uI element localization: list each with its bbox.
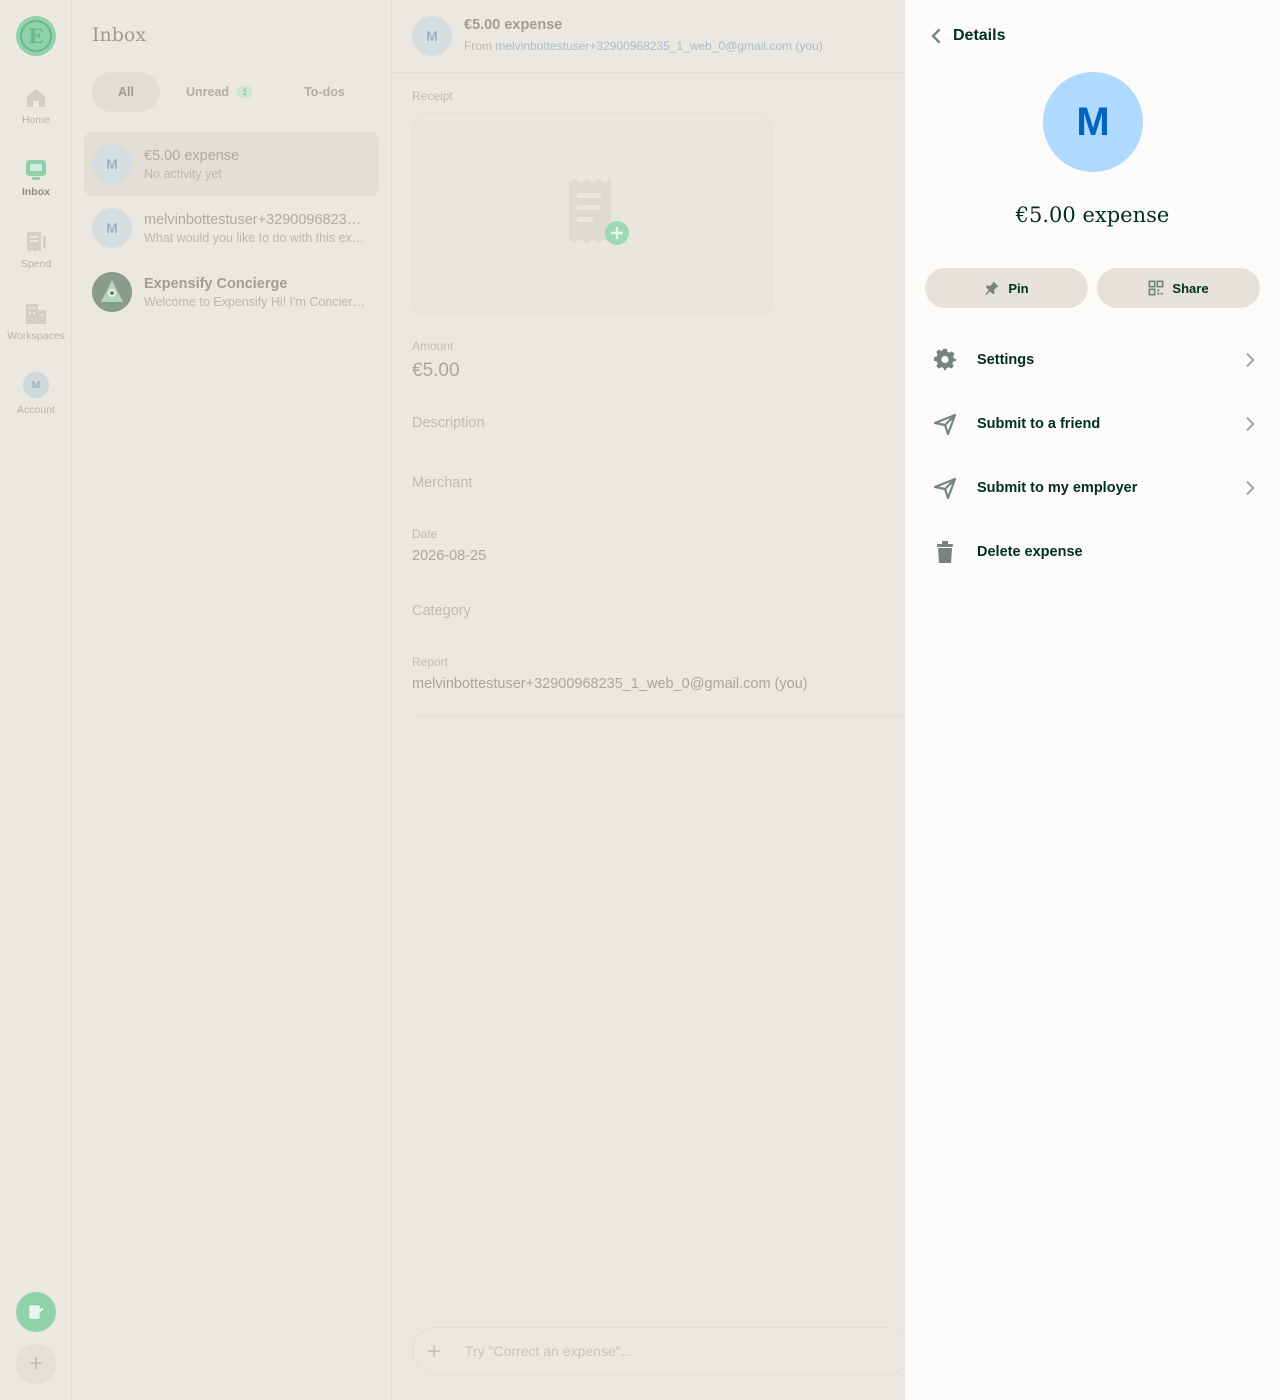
nav-item-inbox[interactable]: Inbox [0, 158, 72, 218]
report-from: From melvinbottestuser+32900968235_1_web… [464, 39, 823, 53]
chevron-right-icon [1246, 353, 1255, 367]
avatar: M [92, 208, 132, 248]
nav-label: Workspaces [7, 330, 65, 342]
inbox-icon [26, 160, 46, 180]
pin-label: Pin [1008, 280, 1029, 296]
tab-label: Unread [185, 85, 230, 99]
category-field[interactable]: Category [412, 603, 471, 619]
tab-unread[interactable]: Unread 1 [160, 72, 278, 112]
expense-name: €5.00 expense [1015, 203, 1170, 227]
inbox-tabs: All Unread 1 To-dos [92, 72, 371, 112]
share-button[interactable]: Share [1097, 268, 1260, 308]
qr-code-icon [1148, 280, 1164, 296]
receipt-label: Receipt [412, 89, 453, 103]
nav-item-spend[interactable]: Spend [0, 230, 72, 290]
from-prefix: From [464, 39, 492, 53]
share-label: Share [1172, 280, 1209, 296]
menu-item-submit-to-employer[interactable]: Submit to my employer [925, 456, 1260, 520]
tab-label: To-dos [304, 85, 345, 99]
chat-subtitle: No activity yet [144, 166, 222, 181]
report-title: €5.00 expense [464, 17, 563, 33]
tab-label: All [118, 85, 134, 99]
trash-icon [937, 541, 953, 563]
chat-list-item[interactable]: Expensify Concierge Welcome to Expensify… [84, 260, 379, 324]
from-suffix: (you) [795, 39, 823, 53]
chat-title: melvinbottestuser+32900968235_1_web_0@gm… [144, 211, 369, 228]
chat-title: €5.00 expense [144, 147, 240, 164]
chat-list-item[interactable]: M €5.00 expense No activity yet [84, 132, 379, 196]
description-field[interactable]: Description [412, 415, 485, 431]
menu-label: Settings [977, 352, 1035, 368]
nav-label: Account [17, 404, 55, 416]
date-label: Date [412, 527, 438, 541]
details-panel: Details M €5.00 expense Pin Share Settin… [905, 0, 1280, 1400]
nav-item-account[interactable]: M Account [0, 372, 72, 432]
expensify-logo[interactable]: E [16, 16, 56, 56]
receipt-icon [27, 232, 46, 252]
plus-button[interactable]: + [16, 1344, 56, 1384]
create-expense-button[interactable] [16, 1292, 56, 1332]
avatar: M [412, 16, 452, 56]
send-icon [933, 477, 957, 500]
pin-icon [985, 281, 1000, 296]
chevron-right-icon [1246, 481, 1255, 495]
gear-icon [933, 348, 956, 371]
logo-letter: E [20, 20, 52, 52]
nav-label: Inbox [22, 186, 50, 198]
divider [412, 716, 905, 717]
avatar: M [1043, 72, 1143, 172]
chevron-right-icon [1246, 417, 1255, 431]
home-icon [27, 89, 45, 107]
nav-item-home[interactable]: Home [0, 86, 72, 146]
nav-label: Spend [20, 258, 52, 270]
menu-label: Submit to a friend [977, 416, 1101, 432]
compose-icon [29, 1305, 44, 1319]
menu-label: Submit to my employer [977, 480, 1138, 496]
tab-todos[interactable]: To-dos [278, 72, 371, 112]
nav-item-workspaces[interactable]: Workspaces [0, 302, 72, 362]
back-arrow-icon[interactable] [925, 24, 949, 48]
pin-button[interactable]: Pin [925, 268, 1088, 308]
unread-badge: 1 [237, 86, 253, 98]
composer-placeholder: Try "Correct an expense"... [465, 1343, 633, 1359]
left-navigation: E Home Inbox Spend Workspaces M Account … [0, 0, 72, 1400]
concierge-icon [92, 272, 132, 312]
concierge-avatar [92, 272, 132, 312]
plus-icon[interactable]: + [427, 1338, 441, 1366]
plus-icon: + [28, 1350, 43, 1377]
receipt-dropzone[interactable] [412, 112, 772, 316]
date-value[interactable]: 2026-08-25 [412, 548, 486, 564]
from-email-link[interactable]: melvinbottestuser+32900968235_1_web_0@gm… [495, 39, 792, 53]
avatar: M [23, 372, 49, 398]
menu-item-delete-expense[interactable]: Delete expense [925, 520, 1260, 584]
report-view: M €5.00 expense From melvinbottestuser+3… [392, 0, 912, 1400]
report-header: M €5.00 expense From melvinbottestuser+3… [392, 0, 905, 73]
chat-subtitle: Welcome to Expensify Hi! I'm Concierge, … [144, 294, 369, 309]
tab-all[interactable]: All [92, 72, 160, 112]
receipt-add-icon [569, 179, 629, 245]
details-title: Details [953, 27, 1006, 44]
send-icon [933, 413, 957, 436]
avatar: M [92, 144, 132, 184]
page-title: Inbox [92, 24, 147, 46]
amount-value[interactable]: €5.00 [412, 360, 460, 382]
message-composer[interactable]: + Try "Correct an expense"... [412, 1327, 912, 1375]
nav-label: Home [21, 114, 50, 126]
chat-subtitle: What would you like to do with this expe… [144, 230, 369, 245]
merchant-field[interactable]: Merchant [412, 475, 472, 491]
report-label: Report [412, 655, 449, 669]
chat-list-item[interactable]: M melvinbottestuser+32900968235_1_web_0@… [84, 196, 379, 260]
amount-label: Amount [412, 339, 454, 353]
menu-item-settings[interactable]: Settings [925, 328, 1260, 392]
inbox-panel: Inbox All Unread 1 To-dos M €5.00 expense… [72, 0, 392, 1400]
chat-title: Expensify Concierge [144, 275, 288, 292]
menu-item-submit-to-friend[interactable]: Submit to a friend [925, 392, 1260, 456]
menu-label: Delete expense [977, 544, 1083, 560]
report-value[interactable]: melvinbottestuser+32900968235_1_web_0@gm… [412, 676, 808, 692]
building-icon [26, 304, 46, 324]
